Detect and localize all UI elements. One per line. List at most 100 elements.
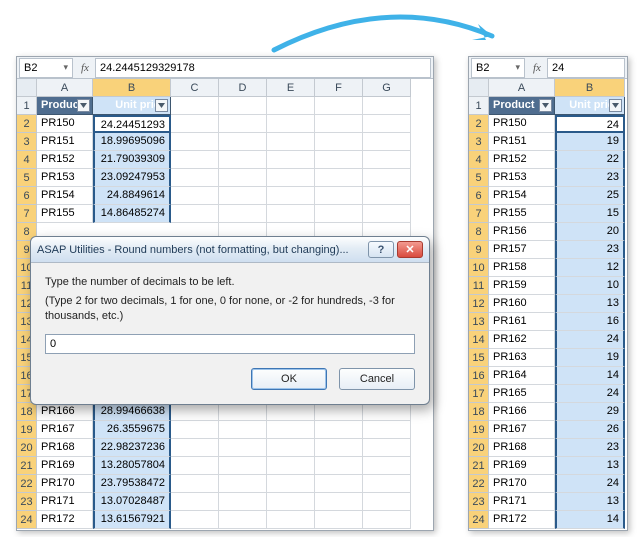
- cell-product[interactable]: PR153: [37, 169, 93, 187]
- cell-product[interactable]: PR169: [37, 457, 93, 475]
- cell-price[interactable]: 24: [555, 115, 625, 133]
- empty-cell[interactable]: [363, 493, 411, 511]
- empty-cell[interactable]: [363, 169, 411, 187]
- row-header[interactable]: 18: [17, 403, 37, 421]
- row-header[interactable]: 24: [17, 511, 37, 529]
- row-header[interactable]: 23: [17, 493, 37, 511]
- empty-cell[interactable]: [363, 439, 411, 457]
- cell-product[interactable]: PR151: [37, 133, 93, 151]
- empty-cell[interactable]: [171, 133, 219, 151]
- row-header[interactable]: 22: [469, 475, 489, 493]
- empty-cell[interactable]: [171, 115, 219, 133]
- empty-cell[interactable]: [315, 169, 363, 187]
- empty-cell[interactable]: [219, 493, 267, 511]
- row-header[interactable]: 9: [469, 241, 489, 259]
- empty-cell[interactable]: [171, 205, 219, 223]
- row-header[interactable]: 17: [469, 385, 489, 403]
- empty-cell[interactable]: [267, 493, 315, 511]
- empty-cell[interactable]: [171, 97, 219, 115]
- cell-price[interactable]: 20: [555, 223, 625, 241]
- empty-cell[interactable]: [363, 421, 411, 439]
- empty-cell[interactable]: [267, 205, 315, 223]
- cell-product[interactable]: PR172: [37, 511, 93, 529]
- row-header[interactable]: 20: [469, 439, 489, 457]
- row-header[interactable]: 15: [469, 349, 489, 367]
- cell-product[interactable]: PR153: [489, 169, 555, 187]
- formula-input[interactable]: 24: [547, 58, 625, 78]
- col-header-c[interactable]: C: [171, 79, 219, 97]
- row-header[interactable]: 3: [17, 133, 37, 151]
- empty-cell[interactable]: [267, 133, 315, 151]
- empty-cell[interactable]: [171, 421, 219, 439]
- cell-price[interactable]: 13.07028487: [93, 493, 171, 511]
- row-header[interactable]: 10: [469, 259, 489, 277]
- empty-cell[interactable]: [171, 151, 219, 169]
- cell-product[interactable]: PR168: [37, 439, 93, 457]
- empty-cell[interactable]: [219, 115, 267, 133]
- empty-cell[interactable]: [171, 187, 219, 205]
- select-all-corner[interactable]: [469, 79, 489, 97]
- cell-price[interactable]: 19: [555, 133, 625, 151]
- row-header[interactable]: 1: [17, 97, 37, 115]
- row-header[interactable]: 11: [469, 277, 489, 295]
- help-button[interactable]: ?: [368, 241, 394, 258]
- ok-button[interactable]: OK: [251, 368, 327, 390]
- empty-cell[interactable]: [315, 187, 363, 205]
- empty-cell[interactable]: [315, 205, 363, 223]
- empty-cell[interactable]: [315, 439, 363, 457]
- row-header[interactable]: 18: [469, 403, 489, 421]
- filter-dropdown-icon[interactable]: [155, 99, 168, 112]
- cell-price[interactable]: 28.99466638: [93, 403, 171, 421]
- row-header[interactable]: 21: [17, 457, 37, 475]
- empty-cell[interactable]: [267, 115, 315, 133]
- header-price[interactable]: Unit price: [93, 97, 171, 115]
- cell-price[interactable]: 24: [555, 385, 625, 403]
- cell-product[interactable]: PR171: [489, 493, 555, 511]
- row-header[interactable]: 13: [469, 313, 489, 331]
- cell-price[interactable]: 21.79039309: [93, 151, 171, 169]
- cell-product[interactable]: PR152: [489, 151, 555, 169]
- row-header[interactable]: 5: [17, 169, 37, 187]
- row-header[interactable]: 24: [469, 511, 489, 529]
- empty-cell[interactable]: [315, 151, 363, 169]
- empty-cell[interactable]: [363, 115, 411, 133]
- empty-cell[interactable]: [267, 187, 315, 205]
- row-header[interactable]: 8: [469, 223, 489, 241]
- empty-cell[interactable]: [267, 421, 315, 439]
- row-header[interactable]: 3: [469, 133, 489, 151]
- row-header[interactable]: 12: [469, 295, 489, 313]
- empty-cell[interactable]: [171, 403, 219, 421]
- col-header-g[interactable]: G: [363, 79, 411, 97]
- formula-input[interactable]: 24.2445129329178: [95, 58, 431, 78]
- empty-cell[interactable]: [315, 403, 363, 421]
- cell-product[interactable]: PR170: [489, 475, 555, 493]
- cell-price[interactable]: 23: [555, 439, 625, 457]
- cell-product[interactable]: PR152: [37, 151, 93, 169]
- cell-product[interactable]: PR167: [489, 421, 555, 439]
- empty-cell[interactable]: [219, 97, 267, 115]
- cell-product[interactable]: PR165: [489, 385, 555, 403]
- row-header[interactable]: 19: [17, 421, 37, 439]
- header-product[interactable]: Product: [489, 97, 555, 115]
- cell-product[interactable]: PR157: [489, 241, 555, 259]
- row-header[interactable]: 7: [469, 205, 489, 223]
- empty-cell[interactable]: [267, 403, 315, 421]
- name-box-dropdown-icon[interactable]: ▾: [63, 62, 68, 73]
- row-header[interactable]: 1: [469, 97, 489, 115]
- empty-cell[interactable]: [363, 511, 411, 529]
- name-box-dropdown-icon[interactable]: ▾: [515, 62, 520, 73]
- cell-price[interactable]: 18.99695096: [93, 133, 171, 151]
- empty-cell[interactable]: [219, 511, 267, 529]
- cell-product[interactable]: PR160: [489, 295, 555, 313]
- fx-icon[interactable]: fx: [81, 62, 89, 74]
- empty-cell[interactable]: [267, 475, 315, 493]
- cell-price[interactable]: 12: [555, 259, 625, 277]
- cell-product[interactable]: PR170: [37, 475, 93, 493]
- col-header-b[interactable]: B: [555, 79, 625, 97]
- col-header-b[interactable]: B: [93, 79, 171, 97]
- cell-price[interactable]: 13: [555, 295, 625, 313]
- row-header[interactable]: 22: [17, 475, 37, 493]
- cell-product[interactable]: PR151: [489, 133, 555, 151]
- cell-price[interactable]: 13.61567921: [93, 511, 171, 529]
- cell-price[interactable]: 23: [555, 169, 625, 187]
